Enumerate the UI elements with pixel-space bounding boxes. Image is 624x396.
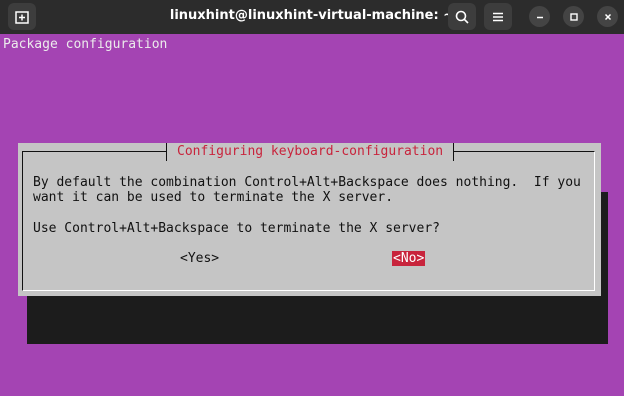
package-configuration-header: Package configuration [3, 37, 168, 52]
search-button[interactable] [448, 3, 476, 30]
close-icon [604, 13, 611, 20]
minimize-icon [536, 16, 543, 18]
dialog-text-line-2: want it can be used to terminate the X s… [33, 190, 394, 205]
dialog-question: Use Control+Alt+Backspace to terminate t… [33, 221, 440, 236]
close-button[interactable] [597, 6, 618, 27]
maximize-button[interactable] [563, 6, 584, 27]
maximize-icon [569, 12, 578, 21]
configuration-dialog: Configuring keyboard-configuration By de… [18, 143, 601, 296]
title-bar: linuxhint@linuxhint-virtual-machine: ~ [0, 0, 624, 34]
terminal-area[interactable]: Package configuration Configuring keyboa… [0, 34, 624, 396]
menu-button[interactable] [484, 3, 512, 30]
search-icon [455, 10, 469, 24]
dialog-text-line-1: By default the combination Control+Alt+B… [33, 175, 581, 190]
dialog-title: Configuring keyboard-configuration [166, 143, 455, 161]
hamburger-menu-icon [493, 12, 503, 21]
minimize-button[interactable] [529, 6, 550, 27]
no-button[interactable]: <No> [392, 251, 426, 266]
yes-button[interactable]: <Yes> [180, 251, 219, 266]
